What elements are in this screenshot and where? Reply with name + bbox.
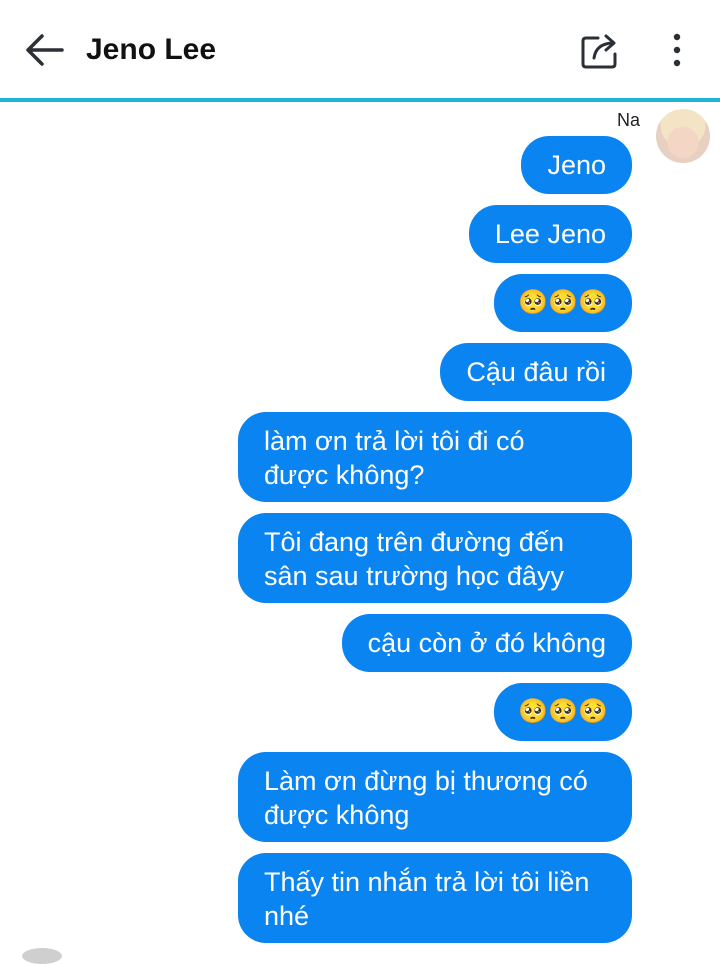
message-bubble[interactable]: Lee Jeno xyxy=(468,205,632,263)
message-bubble[interactable]: Làm ơn đừng bị thương có được không xyxy=(238,752,632,842)
message-bubble[interactable]: Thấy tin nhắn trả lời tôi liền nhé xyxy=(238,853,632,943)
partial-avatar xyxy=(22,948,62,964)
message-bubble[interactable]: Tôi đang trên đường đến sân sau trường h… xyxy=(238,513,632,603)
share-icon[interactable] xyxy=(578,30,622,70)
more-options-icon[interactable] xyxy=(662,30,692,70)
message-bubble[interactable]: Jeno xyxy=(521,136,632,194)
sender-avatar[interactable] xyxy=(656,109,710,163)
message-bubble[interactable]: Cậu đâu rồi xyxy=(440,343,632,401)
message-bubble-emoji[interactable]: 🥺🥺🥺 xyxy=(494,274,632,332)
header-divider xyxy=(0,98,720,102)
sender-name: Na xyxy=(616,110,640,130)
message-bubble-emoji[interactable]: 🥺🥺🥺 xyxy=(494,683,632,741)
message-bubble[interactable]: làm ơn trả lời tôi đi có được không? xyxy=(238,412,632,502)
message-bubble[interactable]: cậu còn ở đó không xyxy=(341,614,632,672)
chat-title: Jeno Lee xyxy=(86,33,217,66)
chat-header: Jeno Lee xyxy=(0,0,720,102)
back-arrow-icon[interactable] xyxy=(22,30,66,70)
